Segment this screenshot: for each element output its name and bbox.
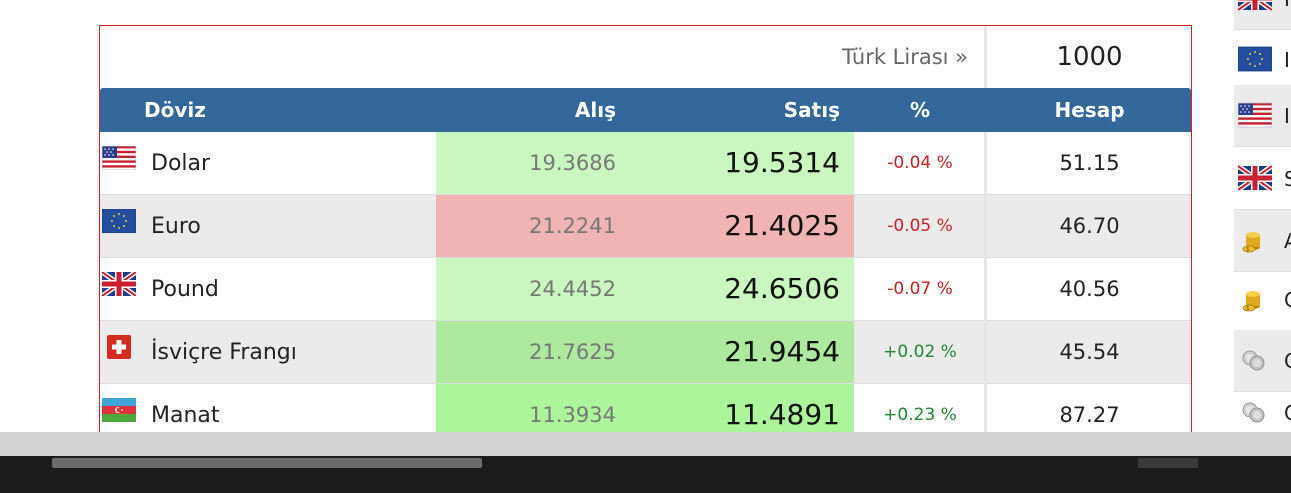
sidebar-item[interactable]: S	[1234, 148, 1291, 210]
table-row[interactable]: Euro 21.2241 21.4025 -0.05 % 46.70	[100, 195, 1191, 258]
svg-text:$: $	[1246, 246, 1250, 253]
currency-name: İsviçre Frangı	[151, 340, 297, 365]
sell-rate: 24.6506	[724, 272, 840, 305]
currency-name: Euro	[151, 214, 201, 239]
currency-selector-link[interactable]: Türk Lirası »	[740, 26, 980, 88]
table-row[interactable]: Pound 24.4452 24.6506 -0.07 % 40.56	[100, 258, 1191, 321]
change-percent: -0.05 %	[887, 216, 953, 236]
sidebar-item-label: A	[1284, 229, 1291, 253]
amount-input[interactable]: 1000	[988, 26, 1191, 88]
az-flag-icon	[102, 398, 136, 422]
buy-rate: 24.4452	[529, 277, 616, 301]
sell-rate: 21.4025	[724, 209, 840, 242]
sidebar-item-label: S	[1284, 167, 1291, 191]
uk-flag-icon	[1238, 0, 1272, 11]
table-row[interactable]: Dolar 19.3686 19.5314 -0.04 % 51.15	[100, 132, 1191, 195]
silver-coins-icon	[1238, 399, 1272, 425]
divider	[984, 26, 987, 88]
column-header-percent: %	[909, 98, 931, 122]
sidebar-item-label: C	[1284, 288, 1291, 312]
sidebar-item[interactable]: I	[1234, 29, 1291, 91]
sidebar-item[interactable]: $ C	[1234, 269, 1291, 331]
column-header-satis: Satış	[783, 98, 840, 122]
table-body: Dolar 19.3686 19.5314 -0.04 % 51.15 Euro 21.22…	[100, 132, 1191, 447]
divider	[984, 132, 987, 195]
change-percent: +0.02 %	[883, 342, 957, 362]
divider	[984, 258, 987, 321]
currency-name: Pound	[151, 277, 219, 302]
sell-rate: 19.5314	[724, 146, 840, 179]
column-header-alis: Alış	[574, 98, 616, 122]
sidebar-item-label: I	[1284, 48, 1290, 72]
change-percent: -0.04 %	[887, 153, 953, 173]
page: Türk Lirası » 1000 Döviz Alış Satış % He…	[0, 0, 1291, 493]
us-flag-icon	[1238, 102, 1272, 128]
sidebar-item-label: I	[1284, 104, 1290, 128]
currency-name: Dolar	[151, 151, 211, 176]
divider	[984, 321, 987, 384]
uk-flag-icon	[1238, 165, 1272, 191]
sidebar-item-label: I	[1284, 0, 1290, 30]
change-percent: -0.07 %	[887, 279, 953, 299]
amount-row: Türk Lirası » 1000	[100, 26, 1191, 88]
sidebar-item[interactable]: $ A	[1234, 210, 1291, 272]
ch-flag-icon	[102, 335, 136, 359]
buy-rate: 21.2241	[529, 214, 616, 238]
svg-text:$: $	[1246, 305, 1250, 312]
buy-rate: 19.3686	[529, 151, 616, 175]
table-row[interactable]: İsviçre Frangı 21.7625 21.9454 +0.02 % 45.54	[100, 321, 1191, 384]
us-flag-icon	[102, 146, 136, 170]
silver-coins-icon	[1238, 347, 1272, 373]
sidebar-item[interactable]: I	[1234, 85, 1291, 147]
sidebar-item[interactable]: I	[1234, 0, 1291, 30]
column-header-hesap: Hesap	[1054, 98, 1125, 122]
horizontal-scrollbar-thumb[interactable]	[52, 458, 482, 468]
calculated-amount: 51.15	[1059, 151, 1120, 175]
gold-coins-icon: $	[1238, 227, 1272, 253]
uk-flag-icon	[102, 272, 136, 296]
buy-rate: 21.7625	[529, 340, 616, 364]
divider	[984, 195, 987, 258]
table-header: Döviz Alış Satış % Hesap	[100, 88, 1191, 132]
column-header-doviz: Döviz	[144, 98, 206, 122]
sidebar-currency-list: IIIS$A$CCC	[1234, 0, 1291, 444]
calculated-amount: 40.56	[1059, 277, 1120, 301]
eu-flag-icon	[102, 209, 136, 233]
sell-rate: 21.9454	[724, 335, 840, 368]
eu-flag-icon	[1238, 46, 1272, 72]
scrollbar-end-button[interactable]	[1138, 458, 1198, 468]
currency-converter-widget: Türk Lirası » 1000 Döviz Alış Satış % He…	[99, 25, 1192, 468]
calculated-amount: 45.54	[1059, 340, 1120, 364]
calculated-amount: 46.70	[1059, 214, 1120, 238]
gold-coins-icon: $	[1238, 286, 1272, 312]
